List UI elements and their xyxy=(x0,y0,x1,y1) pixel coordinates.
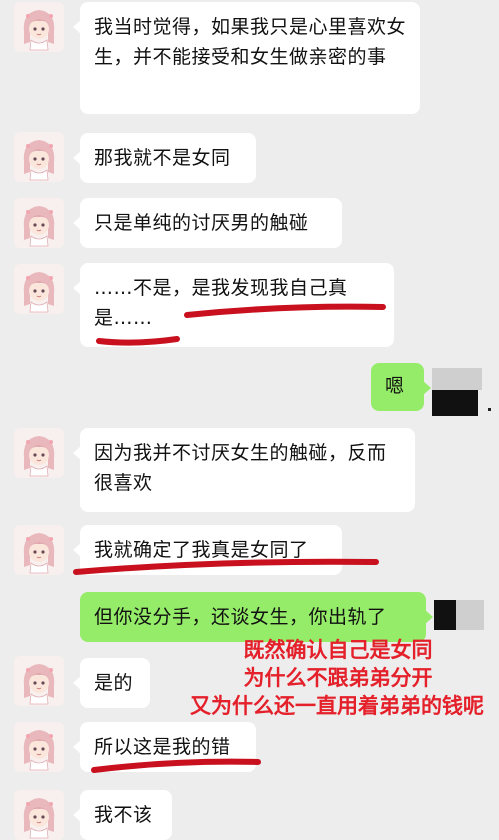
message-text: 那我就不是女同 xyxy=(94,147,231,169)
dot-mark xyxy=(488,408,491,411)
contact-avatar[interactable] xyxy=(14,198,64,248)
message-bubble[interactable]: 我不该 xyxy=(73,790,172,840)
message-bubble[interactable]: 我当时觉得，如果我只是心里喜欢女生，并不能接受和女生做亲密的事 xyxy=(73,2,420,114)
message-text: 但你没分手，还谈女生，你出轨了 xyxy=(94,606,387,628)
red-annotation: 既然确认自己是女同 为什么不跟弟弟分开 又为什么还一直用着弟弟的钱呢 xyxy=(178,636,498,720)
message-text: 嗯 xyxy=(385,375,405,397)
message-bubble-self[interactable]: 嗯 xyxy=(371,363,431,411)
message-text: 我不该 xyxy=(94,804,153,826)
message-bubble[interactable]: 只是单纯的讨厌男的触碰 xyxy=(73,198,342,248)
annotation-line: 又为什么还一直用着弟弟的钱呢 xyxy=(190,694,484,718)
message-text: 因为我并不讨厌女生的触碰，反而很喜欢 xyxy=(94,442,387,494)
self-avatar[interactable] xyxy=(432,368,482,416)
contact-avatar[interactable] xyxy=(14,525,64,575)
contact-avatar[interactable] xyxy=(14,2,64,52)
message-bubble[interactable]: 因为我并不讨厌女生的触碰，反而很喜欢 xyxy=(73,428,415,512)
contact-avatar[interactable] xyxy=(14,790,64,840)
annotation-line: 为什么不跟弟弟分开 xyxy=(243,666,433,690)
message-bubble[interactable]: 是的 xyxy=(73,658,150,708)
contact-avatar[interactable] xyxy=(14,428,64,478)
red-underline xyxy=(73,558,379,575)
message-text: 只是单纯的讨厌男的触碰 xyxy=(94,212,309,234)
contact-avatar[interactable] xyxy=(14,132,64,182)
self-avatar[interactable] xyxy=(434,600,484,634)
red-underline xyxy=(91,758,261,773)
message-bubble-self[interactable]: 但你没分手，还谈女生，你出轨了 xyxy=(80,592,433,642)
contact-avatar[interactable] xyxy=(14,656,64,706)
red-underline xyxy=(96,303,386,346)
message-text: 我当时觉得，如果我只是心里喜欢女生，并不能接受和女生做亲密的事 xyxy=(94,16,407,68)
annotation-line: 既然确认自己是女同 xyxy=(243,638,433,662)
message-text: 是的 xyxy=(94,672,134,694)
contact-avatar[interactable] xyxy=(14,264,64,314)
contact-avatar[interactable] xyxy=(14,722,64,772)
message-bubble[interactable]: 那我就不是女同 xyxy=(73,133,256,183)
